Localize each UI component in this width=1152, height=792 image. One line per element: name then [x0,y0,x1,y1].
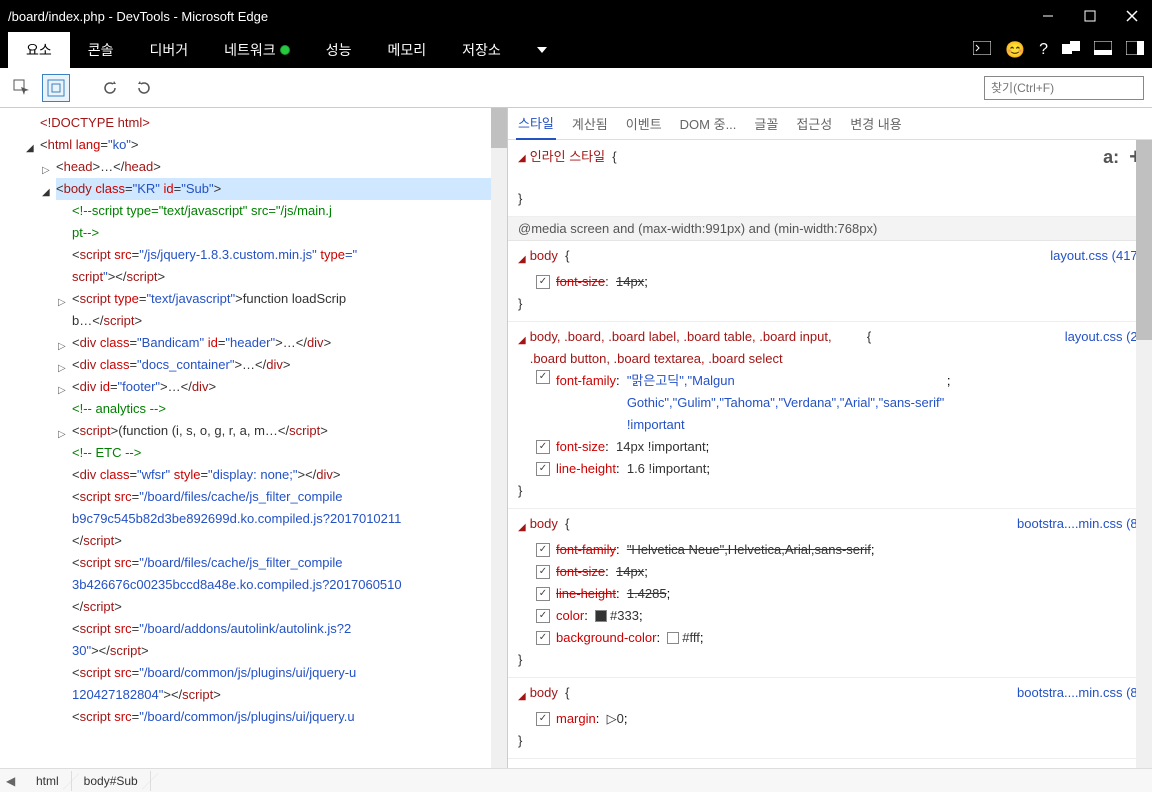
selected-dom-node[interactable]: ◢<body class="KR" id="Sub"> [56,178,507,200]
refresh-button[interactable] [96,74,124,102]
dom-tree[interactable]: <!DOCTYPE html> ◢<html lang="ko"> ▷<head… [0,108,507,732]
tab-network[interactable]: 네트워크 [206,32,308,68]
maximize-button[interactable] [1078,4,1102,28]
tab-changes[interactable]: 변경 내용 [848,108,903,139]
source-link[interactable]: bootstra....min.css (8) [1017,513,1142,535]
twisty-icon[interactable]: ▷ [58,292,66,314]
property-checkbox[interactable]: ✓ [536,370,550,384]
feedback-icon[interactable]: 😊 [1005,40,1025,60]
tab-debugger[interactable]: 디버거 [132,32,207,68]
vertical-scrollbar[interactable] [1136,140,1152,768]
devtools-tabs: 요소 콘솔 디버거 네트워크 성능 메모리 저장소 😊 ? [0,32,1152,68]
window-title: /board/index.php - DevTools - Microsoft … [8,9,268,24]
twisty-icon[interactable]: ◢ [26,138,34,160]
tab-dropdown[interactable] [519,39,565,61]
property-checkbox[interactable]: ✓ [536,440,550,454]
tab-performance[interactable]: 성능 [308,32,370,68]
chevron-down-icon [537,47,547,53]
twisty-icon[interactable]: ◢ [518,144,526,170]
tab-fonts[interactable]: 글꼴 [752,108,780,139]
inline-style-rule: ◢ 인라인 스타일 { a: + } [508,140,1152,217]
media-query-header: @media screen and (max-width:991px) and … [508,217,1152,241]
property-checkbox[interactable]: ✓ [536,565,550,579]
tab-events[interactable]: 이벤트 [624,108,664,139]
tab-computed[interactable]: 계산됨 [570,108,610,139]
record-indicator-icon [280,45,290,55]
property-checkbox[interactable]: ✓ [536,543,550,557]
pseudo-classes-button[interactable]: a: [1103,146,1119,168]
tab-console[interactable]: 콘솔 [70,32,132,68]
css-rule: ◢body {layout.css (417) ✓font-size: 14px… [508,241,1152,322]
vertical-scrollbar[interactable] [491,108,507,768]
twisty-icon[interactable]: ▷ [42,160,50,182]
css-rule: ◢body, .board, .board label, .board tabl… [508,322,1152,509]
source-link[interactable]: layout.css (417) [1050,245,1142,267]
css-rule: ◢body {bootstra....min.css (8) ✓font-fam… [508,509,1152,678]
highlight-button[interactable] [42,74,70,102]
tab-styles[interactable]: 스타일 [516,108,556,140]
property-checkbox[interactable]: ✓ [536,609,550,623]
styles-tabbar: 스타일 계산됨 이벤트 DOM 중... 글꼴 접근성 변경 내용 [508,108,1152,140]
twisty-icon[interactable]: ▷ [58,424,66,446]
breadcrumb-back-icon[interactable]: ◀ [6,774,24,788]
tab-memory[interactable]: 메모리 [369,32,444,68]
twisty-icon[interactable]: ▷ [58,358,66,380]
help-icon[interactable]: ? [1039,41,1048,59]
search-input[interactable] [984,76,1144,100]
dock-right-icon[interactable] [1126,41,1144,60]
property-checkbox[interactable]: ✓ [536,587,550,601]
undock-icon[interactable] [1062,41,1080,60]
property-checkbox[interactable]: ✓ [536,275,550,289]
tab-elements[interactable]: 요소 [8,32,70,68]
tab-accessibility[interactable]: 접근성 [794,108,834,139]
refresh-alt-button[interactable] [130,74,158,102]
css-rule: ◢body {xe.min.css (1) ✓position: relativ… [508,759,1152,768]
dock-bottom-icon[interactable] [1094,41,1112,60]
breadcrumb-item[interactable]: body#Sub [72,771,151,791]
css-rule: ◢body {bootstra....min.css (8) ✓margin: … [508,678,1152,759]
close-button[interactable] [1120,4,1144,28]
console-toggle-icon[interactable] [973,41,991,60]
color-swatch[interactable] [667,632,679,644]
twisty-icon[interactable]: ◢ [42,182,50,204]
titlebar: /board/index.php - DevTools - Microsoft … [0,0,1152,32]
tab-storage[interactable]: 저장소 [444,32,519,68]
source-link[interactable]: xe.min.css (1) [1061,763,1142,768]
dom-panel: <!DOCTYPE html> ◢<html lang="ko"> ▷<head… [0,108,508,768]
property-checkbox[interactable]: ✓ [536,462,550,476]
toolbar [0,68,1152,108]
styles-panel: 스타일 계산됨 이벤트 DOM 중... 글꼴 접근성 변경 내용 ◢ 인라인 … [508,108,1152,768]
breadcrumb: ◀ html body#Sub [0,768,1152,792]
select-element-button[interactable] [8,74,36,102]
twisty-icon[interactable]: ▷ [58,336,66,358]
source-link[interactable]: bootstra....min.css (8) [1017,682,1142,704]
color-swatch[interactable] [595,610,607,622]
source-link[interactable]: layout.css (2) [1065,326,1142,348]
breadcrumb-item[interactable]: html [24,771,72,791]
window-controls [1036,4,1144,28]
minimize-button[interactable] [1036,4,1060,28]
property-checkbox[interactable]: ✓ [536,712,550,726]
tab-dom-breakpoints[interactable]: DOM 중... [678,108,739,139]
property-checkbox[interactable]: ✓ [536,631,550,645]
styles-body: ◢ 인라인 스타일 { a: + } @media screen and (ma… [508,140,1152,768]
main-panels: <!DOCTYPE html> ◢<html lang="ko"> ▷<head… [0,108,1152,768]
twisty-icon[interactable]: ▷ [58,380,66,402]
